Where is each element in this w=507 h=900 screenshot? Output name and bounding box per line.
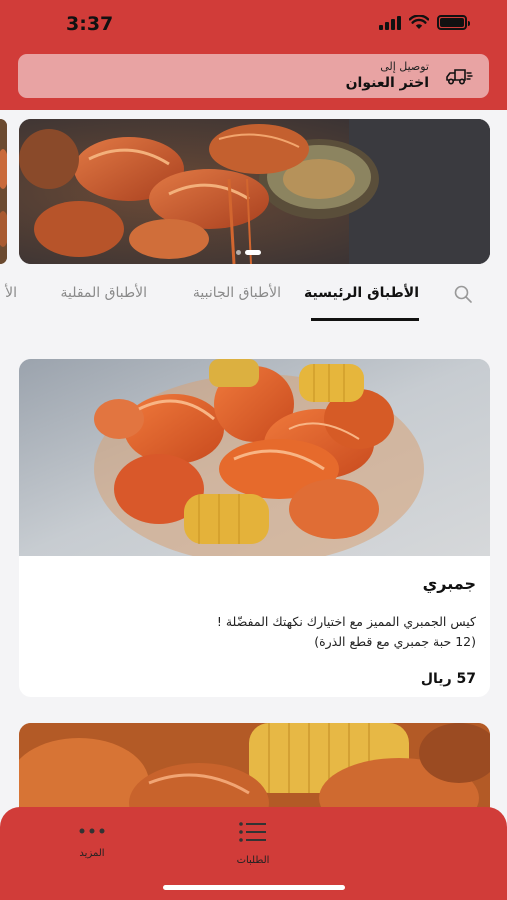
product-price: 57 ريال [420, 671, 476, 687]
nav-more[interactable]: المزيد [62, 821, 122, 859]
delivery-address-selector[interactable]: توصيل إلى اختر العنوان [18, 54, 489, 98]
orders-list-icon [239, 822, 266, 842]
banner-image[interactable] [19, 119, 490, 264]
product-card[interactable]: جمبري كيس الجمبري المميز مع اختيارك نكهت… [19, 359, 490, 697]
tab-side-dishes[interactable]: الأطباق الجانبية [193, 285, 281, 301]
product-description-line-2: (12 حبة جمبري مع قطع الذرة) [314, 634, 476, 649]
more-dots-icon [79, 828, 105, 834]
tab-fried-dishes[interactable]: الأطباق المقلية [60, 285, 147, 301]
product-description: كيس الجمبري المميز مع اختيارك نكهتك المف… [46, 612, 476, 652]
banner-dot-active[interactable] [245, 250, 261, 255]
category-tabs: الأطباق الرئيسية الأطباق الجانبية الأطبا… [0, 270, 507, 326]
banner-dot[interactable] [236, 250, 241, 255]
tab-partial[interactable]: الأ [5, 285, 17, 301]
product-description-line-1: كيس الجمبري المميز مع اختيارك نكهتك المف… [216, 614, 476, 629]
status-bar: 3:37 [0, 0, 507, 50]
home-indicator[interactable] [163, 885, 345, 890]
header: 3:37 توصيل إلى اختر العنوان [0, 0, 507, 110]
wifi-icon [409, 15, 429, 29]
delivery-address-label: اختر العنوان [345, 75, 429, 91]
battery-icon [437, 15, 470, 30]
cellular-signal-icon [379, 15, 401, 30]
banner-previous-slide[interactable] [0, 119, 7, 264]
product-title: جمبري [422, 574, 476, 593]
banner-pagination [236, 250, 261, 255]
delivery-to-label: توصيل إلى [380, 60, 429, 73]
status-icons [379, 15, 470, 30]
nav-more-label: المزيد [79, 848, 105, 859]
nav-orders[interactable]: الطلبات [223, 821, 283, 866]
status-time: 3:37 [66, 13, 114, 35]
delivery-truck-icon [446, 69, 473, 85]
nav-orders-label: الطلبات [236, 855, 270, 866]
search-icon[interactable] [453, 284, 473, 304]
product-image [19, 359, 490, 564]
active-tab-indicator [311, 318, 419, 321]
tab-main-dishes[interactable]: الأطباق الرئيسية [304, 285, 419, 301]
